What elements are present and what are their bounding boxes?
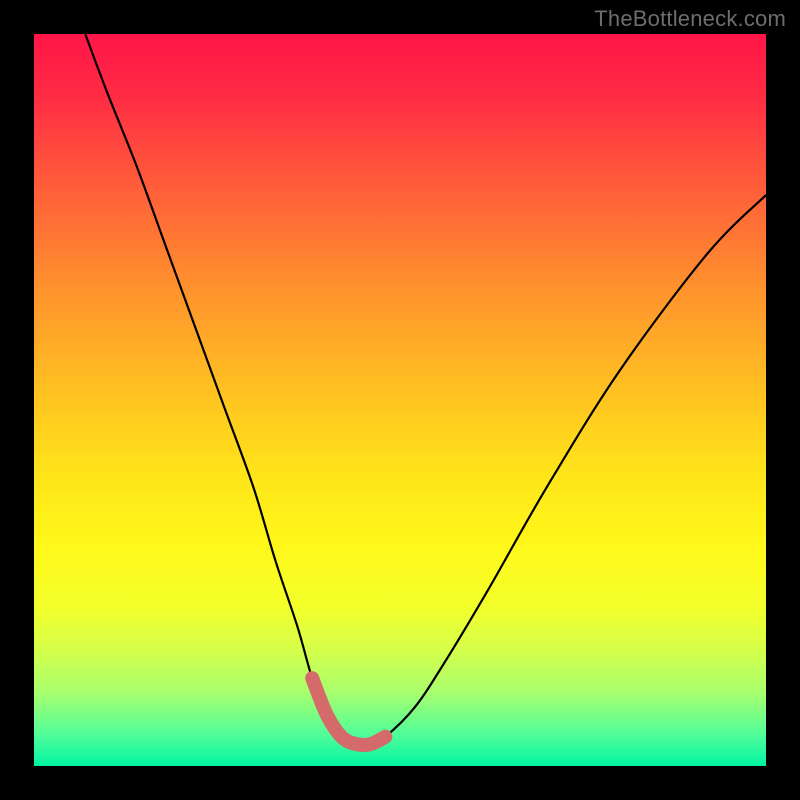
chart-frame: TheBottleneck.com: [0, 0, 800, 800]
watermark-text: TheBottleneck.com: [594, 6, 786, 32]
curve-layer: [34, 34, 766, 766]
bottleneck-curve: [85, 34, 766, 745]
plot-area: [34, 34, 766, 766]
optimal-zone-highlight: [312, 678, 385, 745]
